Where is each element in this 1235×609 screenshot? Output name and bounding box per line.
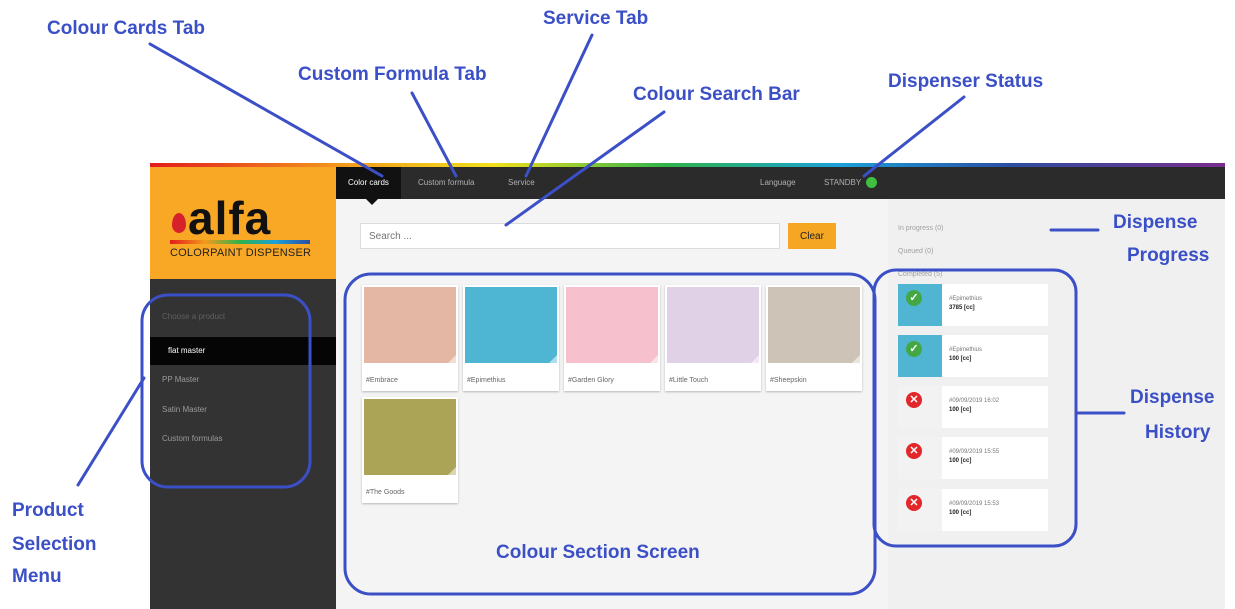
color-card[interactable]: #The Goods [362, 397, 458, 503]
check-icon: ✓ [906, 290, 922, 306]
color-swatch [364, 287, 456, 363]
history-title: #Epimethius [949, 347, 983, 353]
completed-label: Completed (5) [898, 271, 943, 278]
annotation-colour-cards-tab: Colour Cards Tab [47, 18, 205, 39]
annotation-custom-formula-tab: Custom Formula Tab [298, 64, 487, 85]
logo: alfa COLORPAINT DISPENSER [150, 167, 336, 279]
annotation-colour-section-screen: Colour Section Screen [496, 542, 700, 563]
annotation-dispense-progress-line2: Progress [1127, 245, 1210, 266]
sidebar-item-flat-master[interactable]: flat master [150, 337, 336, 365]
history-amount: 3785 [cc] [949, 305, 975, 311]
annotation-service-tab: Service Tab [543, 8, 649, 29]
color-swatch [364, 399, 456, 475]
annotation-dispenser-status: Dispenser Status [888, 71, 1044, 92]
sidebar: alfa COLORPAINT DISPENSER Choose a produ… [150, 167, 336, 609]
history-amount: 100 [cc] [949, 458, 972, 464]
color-swatch [465, 287, 557, 363]
sidebar-item-custom-formulas[interactable]: Custom formulas [150, 425, 336, 453]
language-menu[interactable]: Language [760, 167, 796, 199]
color-card-label: #Embrace [366, 377, 398, 384]
history-amount: 100 [cc] [949, 407, 972, 413]
history-item[interactable]: ✕ #09/09/2019 15:53 100 [cc] [898, 489, 1048, 531]
active-tab-pointer-icon [366, 199, 378, 205]
color-card[interactable]: #Garden Glory [564, 285, 660, 391]
annotation-colour-search-bar: Colour Search Bar [633, 84, 800, 105]
annotation-product-selection-line1: Product [12, 500, 84, 521]
history-item[interactable]: ✓ #Epimethius 3785 [cc] [898, 284, 1048, 326]
product-menu-heading: Choose a product [162, 312, 226, 321]
color-card-label: #Sheepskin [770, 377, 807, 384]
tab-service[interactable]: Service [496, 167, 547, 199]
color-swatch [566, 287, 658, 363]
tab-custom-formula[interactable]: Custom formula [406, 167, 486, 199]
color-card-label: #Little Touch [669, 377, 709, 384]
check-icon: ✓ [906, 341, 922, 357]
tab-color-cards[interactable]: Color cards [336, 167, 401, 199]
history-title: #09/09/2019 16:02 [949, 398, 1000, 404]
annotation-dispense-history-line2: History [1145, 422, 1211, 443]
color-swatch [768, 287, 860, 363]
annotation-dispense-progress-line1: Dispense [1113, 212, 1198, 233]
error-icon: ✕ [906, 392, 922, 408]
history-amount: 100 [cc] [949, 510, 972, 516]
color-swatch [667, 287, 759, 363]
error-icon: ✕ [906, 495, 922, 511]
history-title: #Epimethius [949, 296, 983, 302]
callout-line-product [76, 376, 146, 487]
color-card[interactable]: #Epimethius [463, 285, 559, 391]
color-card-label: #Garden Glory [568, 377, 614, 384]
annotation-product-selection-line3: Menu [12, 566, 62, 587]
sidebar-item-satin-master[interactable]: Satin Master [150, 396, 336, 424]
in-progress-label: In progress (0) [898, 225, 944, 232]
callout-line-service [524, 33, 594, 178]
colour-search-input[interactable] [360, 223, 780, 249]
sidebar-item-pp-master[interactable]: PP Master [150, 366, 336, 394]
status-indicator-icon [866, 177, 877, 188]
history-title: #09/09/2019 15:53 [949, 501, 1000, 507]
logo-stripes [170, 240, 310, 244]
color-card[interactable]: #Little Touch [665, 285, 761, 391]
queued-label: Queued (0) [898, 248, 934, 255]
clear-button[interactable]: Clear [788, 223, 836, 249]
error-icon: ✕ [906, 443, 922, 459]
dispense-panel-header [888, 167, 1225, 199]
logo-subtitle: COLORPAINT DISPENSER [170, 247, 312, 259]
top-nav: Color cards Custom formula Service Langu… [336, 167, 888, 199]
history-item[interactable]: ✓ #Epimethius 100 [cc] [898, 335, 1048, 377]
history-amount: 100 [cc] [949, 356, 972, 362]
logo-word: alfa [188, 192, 272, 244]
history-title: #09/09/2019 15:55 [949, 449, 1000, 455]
color-card-label: #Epimethius [467, 377, 506, 384]
annotation-product-selection-line2: Selection [12, 534, 97, 555]
color-card[interactable]: #Sheepskin [766, 285, 862, 391]
dispenser-status-label: STANDBY [824, 178, 862, 187]
history-item[interactable]: ✕ #09/09/2019 16:02 100 [cc] [898, 386, 1048, 428]
history-item[interactable]: ✕ #09/09/2019 15:55 100 [cc] [898, 437, 1048, 479]
color-card-label: #The Goods [366, 489, 405, 496]
annotation-dispense-history-line1: Dispense [1130, 387, 1215, 408]
color-card[interactable]: #Embrace [362, 285, 458, 391]
